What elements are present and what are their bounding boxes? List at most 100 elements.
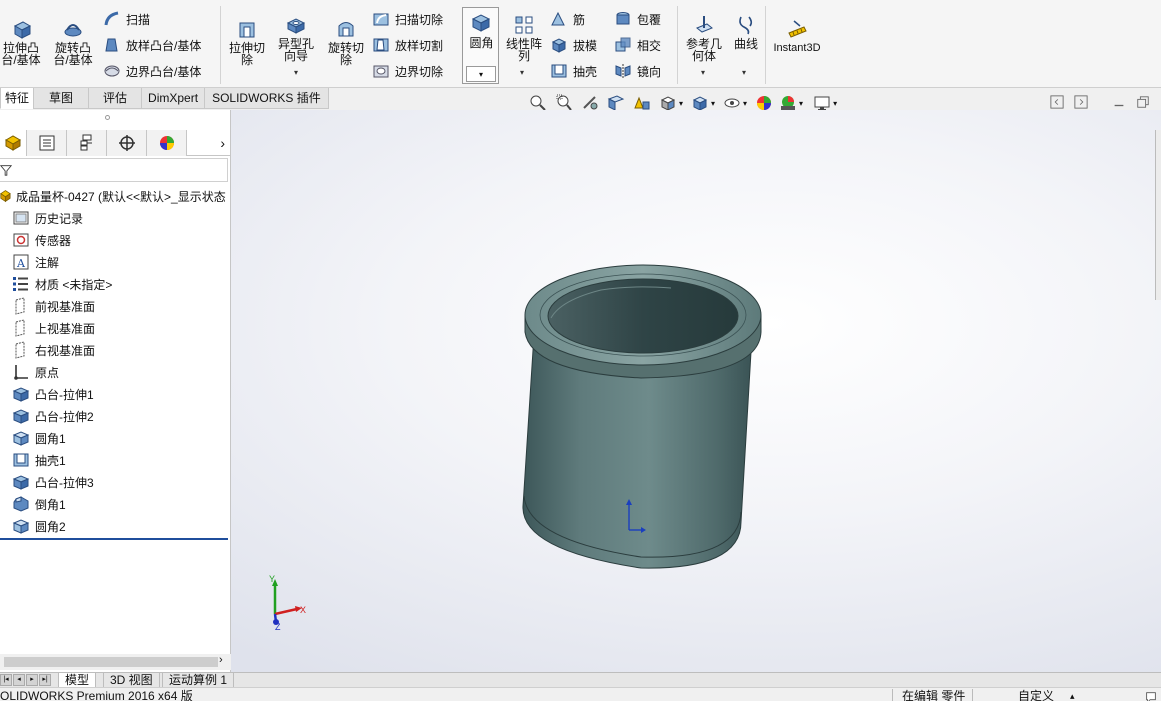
prev-tab-icon[interactable]: ◂	[13, 674, 25, 686]
tree-item-label: 凸台-拉伸3	[35, 475, 94, 490]
tree-horizontal-scrollbar[interactable]: ›	[0, 654, 231, 670]
boundary-boss-button[interactable]: 边界凸台/基体	[103, 61, 201, 81]
view-settings-dropdown-icon[interactable]: ▾	[833, 99, 837, 108]
apply-scene-dropdown-icon[interactable]: ▾	[799, 99, 803, 108]
hole-wizard-icon	[286, 18, 306, 34]
tab-evaluate[interactable]: 评估	[88, 88, 143, 109]
draft-button[interactable]: 拔模	[550, 35, 597, 55]
part-model-3d[interactable]	[231, 110, 1161, 672]
tree-item-annotations[interactable]: A 注解	[0, 251, 230, 273]
loft-cut-label: 放样切割	[395, 38, 444, 53]
draft-icon	[551, 38, 567, 53]
history-folder-icon	[13, 211, 29, 225]
help-tooltip-icon[interactable]	[1144, 690, 1158, 701]
fillet-dropdown-icon[interactable]: ▾	[466, 66, 496, 82]
tab-property-manager[interactable]	[27, 130, 67, 156]
status-bar: SOLIDWORKS Premium 2016 x64 版 在编辑 零件 自定义…	[0, 687, 1161, 701]
instant3d-button[interactable]: Instant3D	[769, 18, 825, 54]
tab-display-manager[interactable]	[147, 130, 187, 156]
rib-button[interactable]: 筋	[550, 9, 585, 29]
tab-features[interactable]: 特征	[0, 88, 35, 109]
loft-label: 放样凸台/基体	[126, 38, 202, 53]
hole-wizard-button[interactable]: 异型孔向导	[274, 14, 318, 62]
tree-item-boss-extrude1[interactable]: 凸台-拉伸1	[0, 383, 230, 405]
reference-geometry-button[interactable]: 参考几何体	[682, 14, 726, 62]
feature-manager-panel: › 成品量杯-0427 (默认<<默认>_显示状态 历史记录 传感器 A 注解 …	[0, 110, 231, 672]
curves-label: 曲线	[733, 37, 758, 51]
tree-item-label: 抽壳1	[35, 453, 66, 468]
mirror-icon	[615, 64, 631, 78]
tree-item-chamfer1[interactable]: 倒角1	[0, 493, 230, 515]
wrap-button[interactable]: 包覆	[614, 9, 661, 29]
linear-pattern-button[interactable]: 线性阵列	[503, 14, 545, 62]
tree-item-origin[interactable]: 原点	[0, 361, 230, 383]
extrude-boss-button[interactable]: 拉伸凸台/基体	[0, 18, 44, 66]
first-tab-icon[interactable]: |◂	[0, 674, 12, 686]
tree-item-boss-extrude3[interactable]: 凸台-拉伸3	[0, 471, 230, 493]
revolve-cut-button[interactable]: 旋转切除	[324, 18, 368, 66]
tree-item-right-plane[interactable]: 右视基准面	[0, 339, 230, 361]
tree-item-top-plane[interactable]: 上视基准面	[0, 317, 230, 339]
linear-pattern-dropdown-icon[interactable]: ▾	[520, 68, 524, 77]
sweep-button[interactable]: 扫描	[103, 9, 150, 29]
tab-sketch[interactable]: 草图	[33, 88, 90, 109]
scroll-right-icon[interactable]: ›	[219, 654, 223, 666]
configuration-manager-icon	[80, 134, 92, 151]
curves-button[interactable]: 曲线	[730, 14, 762, 50]
minimize-window-icon[interactable]	[1112, 95, 1126, 109]
curves-dropdown-icon[interactable]: ▾	[742, 68, 746, 77]
restore-window-icon[interactable]	[1136, 95, 1150, 109]
task-pane-tabs[interactable]	[1155, 130, 1161, 300]
reference-geometry-dropdown-icon[interactable]: ▾	[701, 68, 705, 77]
property-manager-icon	[39, 135, 54, 151]
loft-cut-button[interactable]: 放样切割	[372, 35, 443, 55]
sweep-cut-button[interactable]: 扫描切除	[372, 9, 443, 29]
next-tab-icon[interactable]: ▸	[26, 674, 38, 686]
tab-dimxpert[interactable]: DimXpert	[141, 88, 206, 109]
intersect-button[interactable]: 相交	[614, 35, 661, 55]
graphics-area[interactable]: Y X Z	[231, 110, 1161, 672]
tree-item-fillet2[interactable]: 圆角2	[0, 515, 230, 537]
tab-configuration-manager[interactable]	[67, 130, 107, 156]
revolve-boss-button[interactable]: 旋转凸台/基体	[51, 18, 95, 66]
panel-tabs-more-icon[interactable]: ›	[187, 130, 231, 155]
tree-item-front-plane[interactable]: 前视基准面	[0, 295, 230, 317]
tree-item-boss-extrude2[interactable]: 凸台-拉伸2	[0, 405, 230, 427]
expand-right-icon[interactable]	[1074, 95, 1088, 109]
rollback-bar[interactable]	[0, 538, 228, 540]
mirror-button[interactable]: 镜向	[614, 61, 661, 81]
tab-motion-study-1[interactable]: 运动算例 1	[162, 673, 235, 688]
hole-wizard-dropdown-icon[interactable]: ▾	[294, 68, 298, 77]
tree-item-shell1[interactable]: 抽壳1	[0, 449, 230, 471]
status-units-custom[interactable]: 自定义	[1018, 688, 1054, 701]
tree-item-material[interactable]: 材质 <未指定>	[0, 273, 230, 295]
chamfer-feature-icon	[13, 496, 29, 512]
tab-3d-views[interactable]: 3D 视图	[103, 673, 160, 688]
tree-filter-input[interactable]	[0, 158, 228, 182]
tree-root-part[interactable]: 成品量杯-0427 (默认<<默认>_显示状态	[0, 185, 230, 207]
tree-item-sensors[interactable]: 传感器	[0, 229, 230, 251]
fillet-button[interactable]: 圆角 ▾	[462, 7, 499, 84]
scrollbar-thumb[interactable]	[4, 657, 218, 667]
tab-dimxpert-manager[interactable]	[107, 130, 147, 156]
hole-wizard-label: 异型孔向导	[277, 37, 314, 63]
boundary-cut-button[interactable]: 边界切除	[372, 61, 443, 81]
loft-button[interactable]: 放样凸台/基体	[103, 35, 201, 55]
tab-solidworks-addins[interactable]: SOLIDWORKS 插件	[204, 88, 329, 109]
tree-item-fillet1[interactable]: 圆角1	[0, 427, 230, 449]
last-tab-icon[interactable]: ▸|	[39, 674, 51, 686]
units-dropdown-icon[interactable]: ▴	[1070, 688, 1075, 701]
shell-icon	[551, 64, 567, 78]
shell-button[interactable]: 抽壳	[550, 61, 597, 81]
view-orientation-dropdown-icon[interactable]: ▾	[679, 99, 683, 108]
expand-left-icon[interactable]	[1050, 95, 1064, 109]
reference-geometry-label: 参考几何体	[685, 37, 722, 63]
revolve-boss-label: 旋转凸台/基体	[53, 41, 93, 67]
extrude-cut-button[interactable]: 拉伸切除	[226, 18, 268, 66]
display-style-dropdown-icon[interactable]: ▾	[711, 99, 715, 108]
tree-item-history[interactable]: 历史记录	[0, 207, 230, 229]
tab-model[interactable]: 模型	[58, 673, 97, 688]
tab-feature-manager[interactable]	[0, 130, 27, 156]
panel-collapse-handle-icon[interactable]	[105, 115, 110, 120]
hide-show-dropdown-icon[interactable]: ▾	[743, 99, 747, 108]
